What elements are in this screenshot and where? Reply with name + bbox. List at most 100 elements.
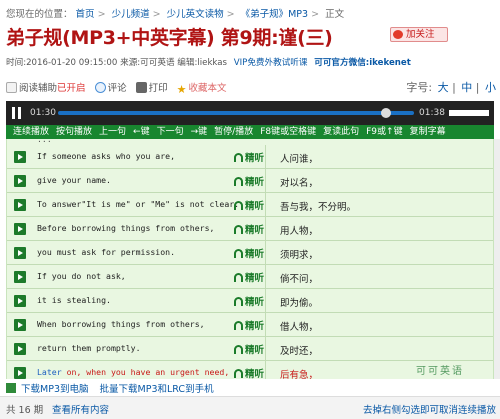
download-links: 下载MP3到电脑 批量下载MP3和LRC到手机	[6, 381, 222, 395]
listen-label: 精听	[245, 369, 265, 379]
sentence-row[interactable]: it is stealing. 精听 即为偷。	[7, 289, 493, 313]
play-sentence-icon[interactable]	[14, 151, 26, 163]
episode-count: 共 16 期	[6, 405, 44, 416]
control-sentence-play[interactable]: 按句播放	[56, 125, 92, 139]
play-sentence-icon[interactable]	[14, 343, 26, 355]
listen-button[interactable]: 精听	[234, 270, 264, 284]
listen-label: 精听	[245, 177, 265, 188]
volume-slider[interactable]	[449, 110, 489, 116]
control-continuous-play[interactable]: 连续播放	[13, 125, 49, 139]
breadcrumb-reading[interactable]: 少儿英文读物	[167, 9, 224, 20]
print-icon	[135, 82, 147, 93]
sentence-row[interactable]: you must ask for permission. 精听 须明求，	[7, 241, 493, 265]
comment-button[interactable]: 评论	[94, 80, 127, 94]
batch-download-link[interactable]: 批量下载MP3和LRC到手机	[100, 384, 214, 395]
listen-button[interactable]: 精听	[234, 342, 264, 356]
sentence-row[interactable]: When borrowing things from others, 精听 借人物，	[7, 313, 493, 337]
play-sentence-icon[interactable]	[14, 223, 26, 235]
breadcrumb-kids[interactable]: 少儿频道	[112, 9, 150, 20]
listen-button[interactable]: 精听	[234, 150, 264, 164]
breadcrumb-prefix: 您现在的位置：	[6, 9, 73, 20]
listen-button[interactable]: 精听	[234, 294, 264, 308]
control-next-key[interactable]: →键	[191, 125, 208, 139]
breadcrumb-separator: >	[97, 9, 106, 20]
reader-assist-toggle[interactable]: 阅读辅助已开启	[6, 80, 86, 94]
column-divider	[265, 337, 266, 360]
download-icon	[6, 383, 16, 393]
pause-icon-bar	[12, 107, 15, 119]
control-copy-subtitles[interactable]: 复制字幕	[410, 125, 446, 139]
favorite-label: 收藏本文	[188, 83, 227, 94]
headphone-icon	[234, 249, 243, 258]
control-repeat-sentence[interactable]: 复读此句	[323, 125, 359, 139]
progress-bar[interactable]	[58, 111, 414, 115]
download-mp3-link[interactable]: 下载MP3到电脑	[21, 384, 88, 395]
play-sentence-icon[interactable]	[14, 271, 26, 283]
weixin-link[interactable]: 可可官方微信:ikekenet	[314, 58, 411, 68]
control-pause-play[interactable]: 暂停/播放	[214, 125, 253, 139]
headphone-icon	[234, 153, 243, 162]
breadcrumb-home[interactable]: 首页	[76, 9, 95, 20]
sentence-row[interactable]: If someone asks who you are, 精听 人问谁，	[7, 145, 493, 169]
control-pause-key[interactable]: F8键或空格键	[260, 125, 316, 139]
sentence-row[interactable]: give your name. 精听 对以名，	[7, 169, 493, 193]
headphone-icon	[234, 321, 243, 330]
listen-button[interactable]: 精听	[234, 222, 264, 236]
font-size-medium[interactable]: 中	[461, 81, 472, 94]
breadcrumb: 您现在的位置： 首页 > 少儿频道 > 少儿英文读物 > 《弟子规》MP3 > 正文	[6, 6, 344, 20]
play-sentence-icon[interactable]	[14, 247, 26, 259]
control-prev-key[interactable]: ←键	[133, 125, 150, 139]
comment-icon	[94, 82, 106, 93]
follow-button[interactable]: 加关注	[390, 27, 448, 42]
breadcrumb-current: 正文	[325, 9, 345, 20]
breadcrumb-separator: >	[152, 9, 161, 20]
progress-handle[interactable]	[380, 108, 391, 118]
headphone-icon	[234, 345, 243, 354]
pause-button[interactable]	[12, 107, 22, 119]
play-sentence-icon[interactable]	[14, 295, 26, 307]
listen-button[interactable]: 精听	[234, 366, 264, 379]
view-all-link[interactable]: 查看所有内容	[52, 402, 109, 416]
headphone-icon	[234, 177, 243, 186]
listen-label: 精听	[245, 321, 265, 332]
control-repeat-key[interactable]: F9或↑键	[366, 125, 402, 139]
favorite-button[interactable]: ★ 收藏本文	[177, 80, 227, 95]
playback-control-bar: 连续播放 按句播放 上一句 ←键 下一句 →键 暂停/播放 F8键或空格键 复读此句 F9或↑键复…	[6, 125, 494, 139]
comment-label: 评论	[107, 83, 127, 94]
play-sentence-icon[interactable]	[14, 367, 26, 379]
print-button[interactable]: 打印	[135, 80, 168, 94]
sentence-row[interactable]: return them promptly. 精听 及时还，	[7, 337, 493, 361]
headphone-icon	[234, 297, 243, 306]
sentence-row[interactable]: Before borrowing things from others, 精听 用人…	[7, 217, 493, 241]
column-divider	[265, 289, 266, 312]
sentence-row[interactable]: If you do not ask, 精听 倘不问，	[7, 265, 493, 289]
play-sentence-icon[interactable]	[14, 199, 26, 211]
sentence-english: When borrowing things from others,	[37, 319, 205, 329]
listen-button[interactable]: 精听	[234, 318, 264, 332]
listen-button[interactable]: 精听	[234, 198, 264, 212]
play-sentence-icon[interactable]	[14, 319, 26, 331]
sentence-row[interactable]: To answer"It is me" or "Me" is not clear…	[7, 193, 493, 217]
breadcrumb-dizigui[interactable]: 《弟子规》MP3	[241, 9, 308, 20]
play-sentence-icon[interactable]	[14, 175, 26, 187]
star-icon: ★	[176, 83, 187, 96]
sentence-chinese: 即为偷。	[280, 298, 319, 309]
font-size-small[interactable]: 小	[485, 81, 496, 94]
control-next-sentence[interactable]: 下一句	[157, 125, 184, 139]
breadcrumb-separator: >	[311, 9, 320, 20]
control-prev-sentence[interactable]: 上一句	[99, 125, 126, 139]
font-size-large[interactable]: 大	[438, 81, 449, 94]
list-scrollbar[interactable]	[494, 139, 500, 379]
sentence-chinese: 借人物，	[280, 322, 319, 333]
sentence-english: If you do not ask,	[37, 271, 126, 281]
vip-trial-link[interactable]: VIP免费外教试听课	[234, 58, 308, 68]
column-divider	[265, 265, 266, 288]
listen-button[interactable]: 精听	[234, 174, 264, 188]
column-divider	[265, 193, 266, 216]
column-divider	[265, 217, 266, 240]
column-divider	[265, 169, 266, 192]
partial-line: ...	[37, 139, 52, 144]
weibo-icon	[393, 30, 403, 39]
total-time: 01:38	[419, 108, 445, 118]
listen-button[interactable]: 精听	[234, 246, 264, 260]
